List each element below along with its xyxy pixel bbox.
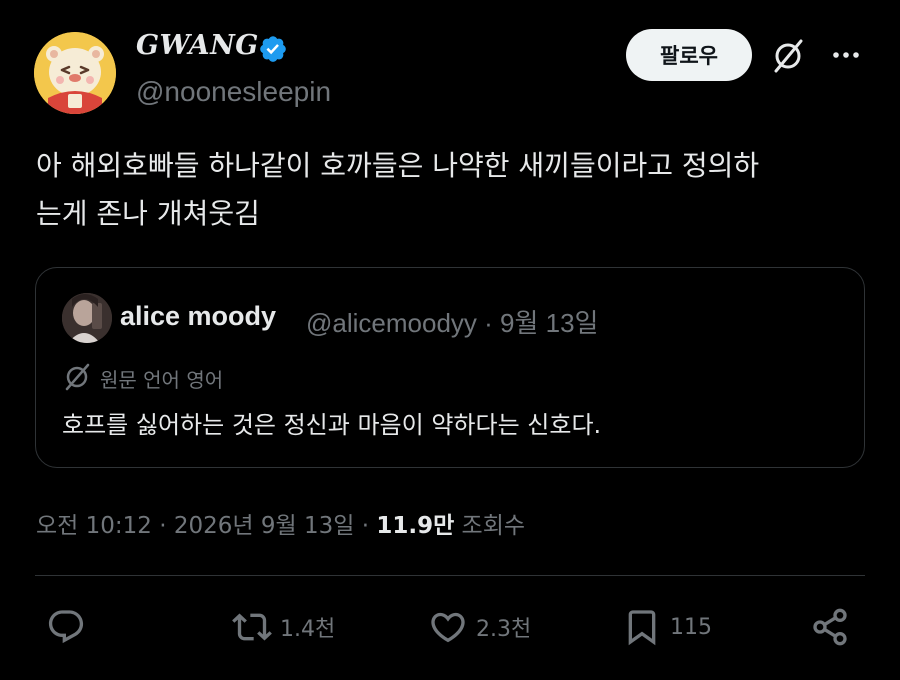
retweet-button[interactable]: 1.4천: [232, 604, 335, 650]
like-count: 2.3천: [476, 617, 532, 642]
verified-badge-icon: [260, 36, 286, 62]
reply-icon: [48, 610, 84, 644]
tweet-text: 아 해외호빠들 하나같이 호까들은 나약한 새끼들이라고 정의하 는게 존나 개…: [36, 142, 876, 238]
author-handle[interactable]: @noonesleepin: [136, 76, 331, 108]
tweet-text-line-1: 아 해외호빠들 하나같이 호까들은 나약한 새끼들이라고 정의하: [36, 149, 760, 182]
divider: [35, 575, 865, 576]
bookmark-button[interactable]: 115: [622, 604, 712, 650]
translate-grok-icon: [65, 363, 90, 391]
translation-language-note[interactable]: 원문 언어 영어: [100, 364, 223, 393]
reply-button[interactable]: [46, 604, 86, 650]
views-label: 조회수: [454, 513, 526, 539]
quoted-author-avatar[interactable]: [62, 293, 112, 343]
grok-icon[interactable]: [770, 38, 806, 74]
more-options-icon[interactable]: [826, 40, 866, 70]
bookmark-icon: [628, 610, 656, 646]
tweet-datetime[interactable]: 오전 10:12 · 2026년 9월 13일 ·: [36, 513, 376, 539]
quoted-author-name[interactable]: alice moody: [120, 301, 276, 332]
tweet-text-line-2: 는게 존나 개쳐웃김: [36, 197, 260, 230]
views-count: 11.9만: [376, 513, 455, 539]
bookmark-count: 115: [670, 614, 712, 640]
like-button[interactable]: 2.3천: [428, 604, 531, 650]
share-button[interactable]: [810, 604, 850, 650]
author-display-name[interactable]: GWANG: [136, 30, 259, 61]
quoted-tweet[interactable]: alice moody @alicemoodyy · 9월 13일 원문 언어 …: [35, 267, 865, 468]
heart-icon: [431, 612, 465, 643]
share-icon: [813, 608, 847, 646]
author-avatar[interactable]: [34, 32, 116, 114]
retweet-icon: [232, 613, 272, 641]
follow-button[interactable]: 팔로우: [626, 29, 752, 81]
quoted-author-meta[interactable]: @alicemoodyy · 9월 13일: [306, 303, 598, 340]
quoted-tweet-text: 호프를 싫어하는 것은 정신과 마음이 약하다는 신호다.: [62, 411, 602, 439]
retweet-count: 1.4천: [280, 617, 336, 642]
tweet-timestamp: 오전 10:12 · 2026년 9월 13일 · 11.9만 조회수: [36, 506, 525, 540]
